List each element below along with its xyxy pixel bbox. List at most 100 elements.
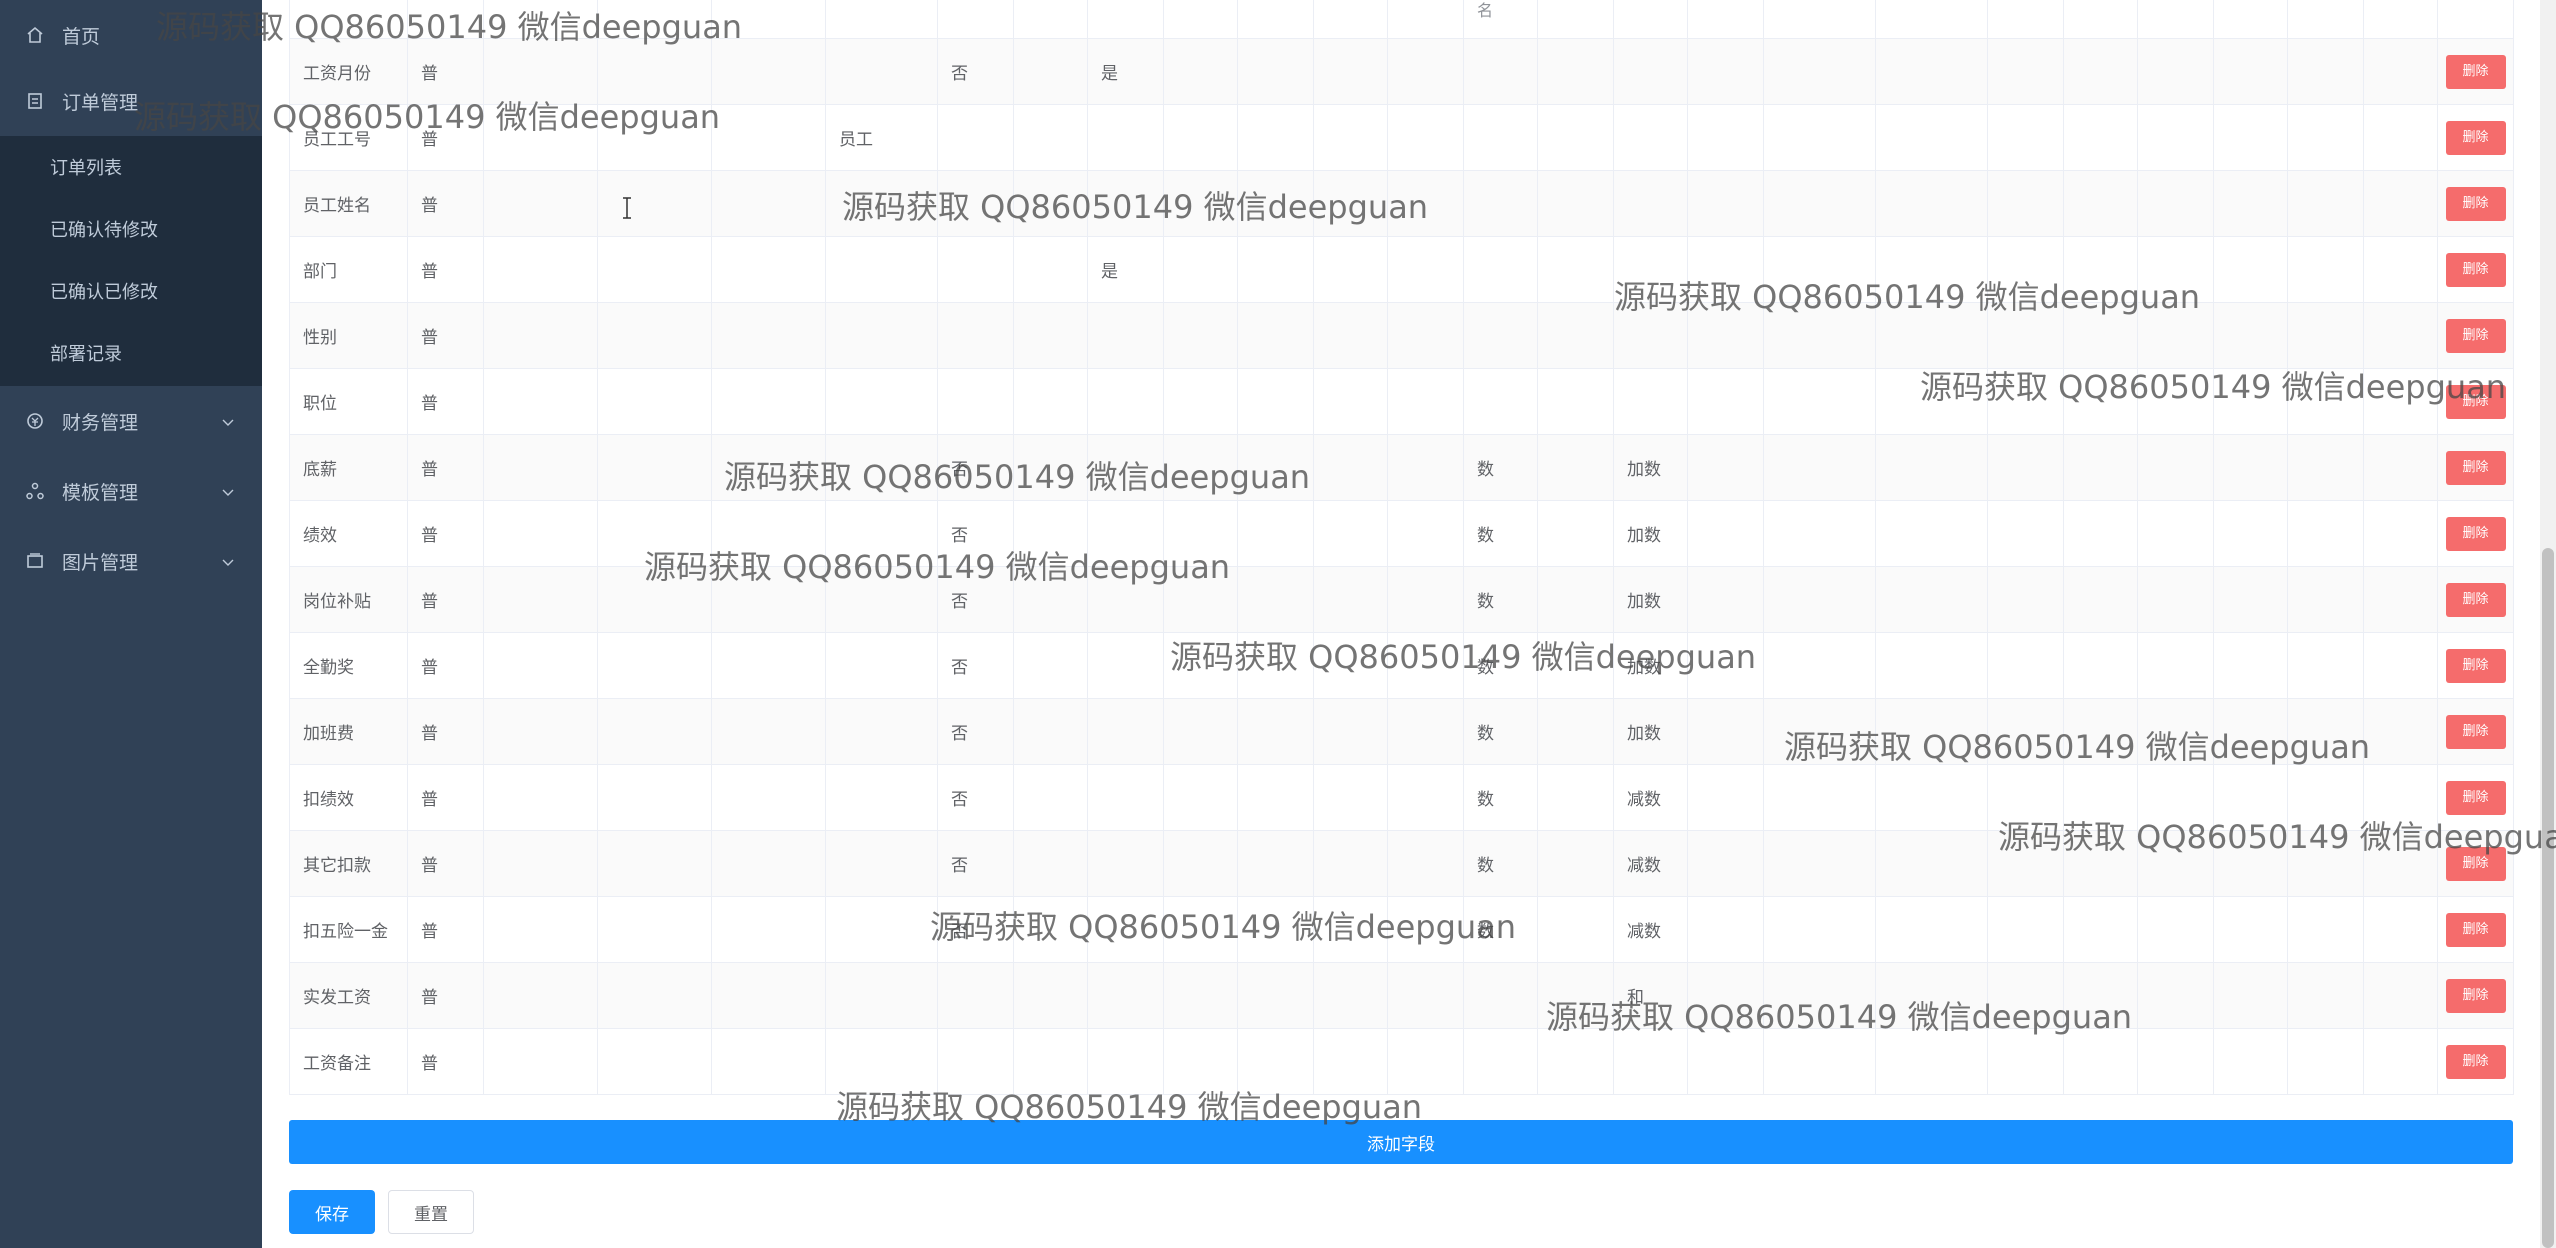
table-cell — [1763, 962, 1876, 1029]
table-cell — [2363, 764, 2438, 831]
table-cell — [483, 434, 598, 501]
table-cell — [1687, 962, 1764, 1029]
submenu-item-order-list[interactable]: 订单列表 — [0, 136, 262, 198]
table-cell — [1387, 500, 1464, 567]
table-cell — [937, 104, 1014, 171]
table-cell — [1237, 38, 1314, 105]
table-cell: 员工 — [825, 104, 938, 171]
delete-button[interactable]: 删除 — [2445, 846, 2506, 881]
table-cell — [1387, 0, 1464, 39]
delete-button[interactable]: 删除 — [2445, 54, 2506, 89]
add-field-button[interactable]: 添加字段 — [289, 1120, 2513, 1164]
table-cell — [1237, 500, 1314, 567]
delete-button[interactable]: 删除 — [2445, 120, 2506, 155]
table-cell — [1237, 170, 1314, 237]
table-cell — [1687, 1028, 1764, 1095]
table-cell — [483, 632, 598, 699]
table-cell — [1163, 0, 1238, 39]
table-cell — [2063, 1028, 2138, 1095]
delete-button[interactable]: 删除 — [2445, 186, 2506, 221]
table-cell — [1463, 236, 1538, 303]
delete-button[interactable]: 删除 — [2445, 1044, 2506, 1079]
sidebar-item-images[interactable]: 图片管理 — [0, 526, 262, 596]
delete-button[interactable]: 删除 — [2445, 450, 2506, 485]
sidebar-item-finance[interactable]: 财务管理 — [0, 386, 262, 456]
action-cell: 删除 — [2437, 698, 2514, 765]
table-cell — [2137, 104, 2214, 171]
table-cell — [2363, 962, 2438, 1029]
table-cell: 普 — [407, 500, 484, 567]
sidebar-item-order-management[interactable]: 订单管理 — [0, 66, 262, 136]
table-cell — [1013, 698, 1088, 765]
field-name-cell: 员工姓名 — [289, 170, 408, 237]
table-cell — [1763, 500, 1876, 567]
table-cell: 加数 — [1613, 566, 1688, 633]
delete-button[interactable]: 删除 — [2445, 780, 2506, 815]
table-cell — [1237, 368, 1314, 435]
table-cell — [1013, 1028, 1088, 1095]
table-cell — [2213, 236, 2288, 303]
delete-button[interactable]: 删除 — [2445, 516, 2506, 551]
table-cell — [1537, 38, 1614, 105]
table-cell — [1087, 302, 1164, 369]
table-cell — [597, 698, 712, 765]
sidebar-item-template[interactable]: 模板管理 — [0, 456, 262, 526]
table-cell — [2063, 698, 2138, 765]
table-cell — [483, 104, 598, 171]
table-cell — [1387, 830, 1464, 897]
table-cell — [2063, 830, 2138, 897]
table-cell — [1313, 896, 1388, 963]
delete-button[interactable]: 删除 — [2445, 318, 2506, 353]
table-cell — [2287, 104, 2364, 171]
finance-icon — [24, 410, 46, 432]
action-cell: 删除 — [2437, 236, 2514, 303]
table-cell: 否 — [937, 830, 1014, 897]
table-cell — [2213, 962, 2288, 1029]
table-cell — [1013, 236, 1088, 303]
table-cell — [597, 302, 712, 369]
submenu-item-confirmed-pending[interactable]: 已确认待修改 — [0, 198, 262, 260]
table-cell — [2287, 38, 2364, 105]
delete-button[interactable]: 删除 — [2445, 648, 2506, 683]
table-cell: 否 — [937, 698, 1014, 765]
sidebar-item-label: 首页 — [62, 25, 101, 48]
delete-button[interactable]: 删除 — [2445, 912, 2506, 947]
table-cell — [2063, 104, 2138, 171]
table-cell — [483, 764, 598, 831]
table-row: 工资月份普 否 是 删除 — [289, 38, 2514, 105]
sidebar-item-home[interactable]: 首页 — [0, 0, 262, 70]
delete-button[interactable]: 删除 — [2445, 582, 2506, 617]
save-button[interactable]: 保存 — [289, 1190, 375, 1234]
delete-button[interactable]: 删除 — [2445, 252, 2506, 287]
submenu-item-deploy-records[interactable]: 部署记录 — [0, 322, 262, 384]
table-cell — [711, 104, 826, 171]
table-cell — [2213, 566, 2288, 633]
reset-button[interactable]: 重置 — [388, 1190, 474, 1234]
table-cell: 普 — [407, 368, 484, 435]
delete-button[interactable]: 删除 — [2445, 384, 2506, 419]
table-cell — [1875, 830, 1988, 897]
table-cell — [1537, 1028, 1614, 1095]
field-name-cell: 实发工资 — [289, 962, 408, 1029]
table-cell — [1537, 632, 1614, 699]
table-cell — [1087, 104, 1164, 171]
table-row: 扣五险一金普 否 数 减数 删除 — [289, 896, 2514, 963]
table-cell — [1987, 566, 2064, 633]
table-cell — [825, 434, 938, 501]
table-cell — [1313, 236, 1388, 303]
table-cell — [1987, 236, 2064, 303]
table-cell — [1163, 500, 1238, 567]
table-cell — [937, 1028, 1014, 1095]
table-cell — [937, 302, 1014, 369]
sidebar-item-label: 模板管理 — [62, 481, 139, 504]
table-cell — [1763, 698, 1876, 765]
delete-button[interactable]: 删除 — [2445, 714, 2506, 749]
table-row: 部门普 是 删除 — [289, 236, 2514, 303]
table-cell: 普 — [407, 896, 484, 963]
table-cell — [1613, 236, 1688, 303]
table-row: 扣绩效普 否 数 减数 删除 — [289, 764, 2514, 831]
scrollbar-thumb[interactable] — [2542, 548, 2554, 1248]
delete-button[interactable]: 删除 — [2445, 978, 2506, 1013]
table-cell — [2137, 764, 2214, 831]
submenu-item-confirmed-modified[interactable]: 已确认已修改 — [0, 260, 262, 322]
